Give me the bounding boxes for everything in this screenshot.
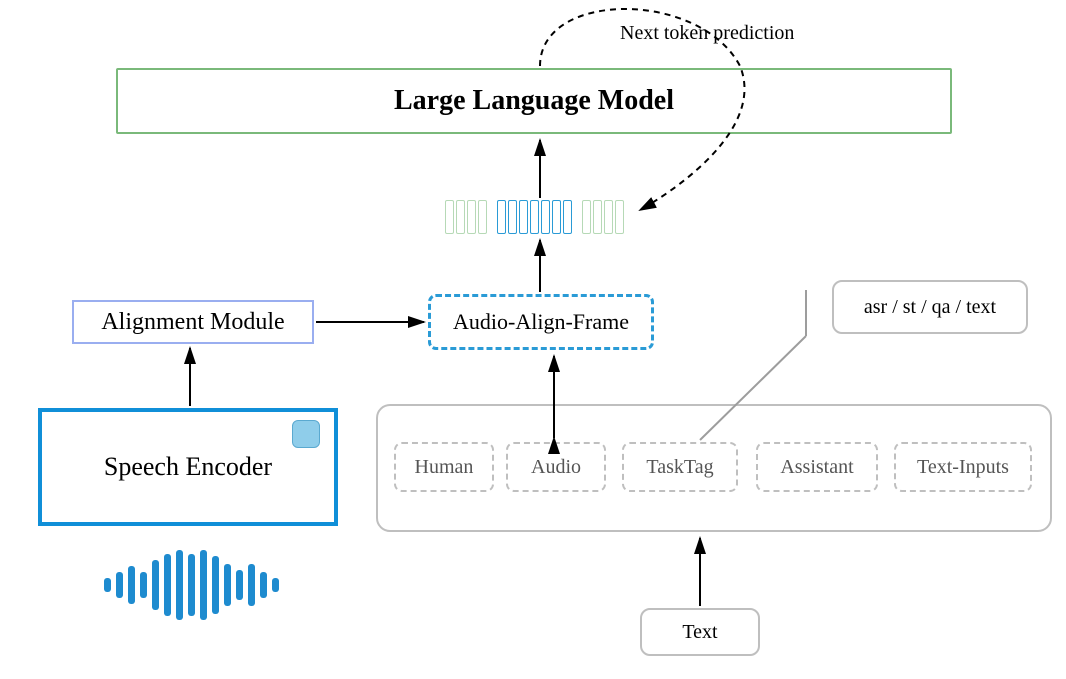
large-language-model-box: Large Language Model	[116, 68, 952, 134]
annotation-next-token: Next token prediction	[620, 22, 794, 45]
prompt-item-label: TaskTag	[646, 456, 713, 479]
token-gap	[574, 200, 580, 234]
token-blue	[530, 200, 539, 234]
frozen-cube-icon	[292, 420, 320, 448]
llm-label: Large Language Model	[394, 85, 674, 117]
token-blue	[563, 200, 572, 234]
token-green	[467, 200, 476, 234]
token-blue	[497, 200, 506, 234]
audio-align-frame-label: Audio-Align-Frame	[453, 309, 629, 335]
task-tags-box: asr / st / qa / text	[832, 280, 1028, 334]
task-tags-label: asr / st / qa / text	[864, 296, 996, 319]
token-blue	[541, 200, 550, 234]
text-input-box: Text	[640, 608, 760, 656]
alignment-module-box: Alignment Module	[72, 300, 314, 344]
prompt-item-label: Audio	[531, 456, 581, 479]
token-blue	[508, 200, 517, 234]
token-green	[615, 200, 624, 234]
prompt-item-label: Human	[415, 456, 474, 479]
token-strip	[445, 200, 624, 234]
prompt-item-human: Human	[394, 442, 494, 492]
prompt-item-audio: Audio	[506, 442, 606, 492]
text-input-label: Text	[682, 621, 717, 644]
prompt-item-tasktag: TaskTag	[622, 442, 738, 492]
token-green	[593, 200, 602, 234]
token-green	[445, 200, 454, 234]
prompt-item-label: Text-Inputs	[917, 456, 1009, 479]
token-green	[604, 200, 613, 234]
token-blue	[519, 200, 528, 234]
prompt-item-text-inputs: Text-Inputs	[894, 442, 1032, 492]
prompt-item-assistant: Assistant	[756, 442, 878, 492]
token-gap	[489, 200, 495, 234]
alignment-module-label: Alignment Module	[101, 309, 284, 336]
token-blue	[552, 200, 561, 234]
audio-align-frame-box: Audio-Align-Frame	[428, 294, 654, 350]
speech-encoder-box: Speech Encoder	[38, 408, 338, 526]
audio-waveform-icon	[104, 550, 294, 620]
speech-encoder-label: Speech Encoder	[104, 452, 272, 482]
token-green	[478, 200, 487, 234]
prompt-item-label: Assistant	[780, 456, 853, 479]
token-green	[456, 200, 465, 234]
token-green	[582, 200, 591, 234]
